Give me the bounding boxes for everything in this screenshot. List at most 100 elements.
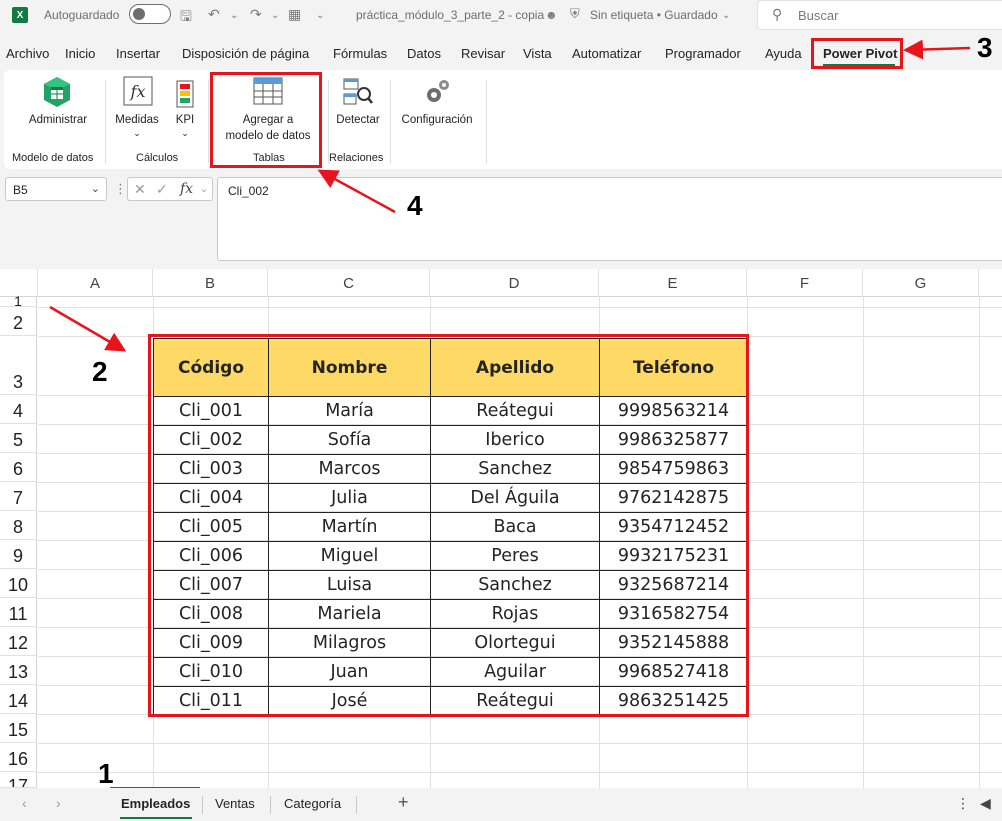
redo-dropdown-icon[interactable]: ⌄	[271, 10, 279, 21]
tab-revisar[interactable]: Revisar	[461, 46, 505, 61]
row-header-12[interactable]: 12	[0, 627, 37, 656]
row-header-10[interactable]: 10	[0, 569, 37, 598]
row-header-11[interactable]: 11	[0, 598, 37, 627]
insert-function-icon[interactable]: fx	[180, 181, 193, 197]
administrar-label: Administrar	[28, 114, 88, 126]
row-header-5[interactable]: 5	[0, 424, 37, 453]
cancel-icon[interactable]: ✕	[134, 181, 146, 198]
gridline	[38, 743, 1002, 744]
ribbon-separator	[208, 80, 209, 164]
column-header-a[interactable]: A	[38, 269, 153, 297]
more-tabs-icon[interactable]: ⋮	[956, 795, 970, 812]
tab-formulas[interactable]: Fórmulas	[333, 46, 387, 61]
tab-ayuda[interactable]: Ayuda	[765, 46, 802, 61]
quick-access-more-icon[interactable]: ⌄	[316, 10, 324, 21]
kpi-dropdown-icon: ⌄	[181, 128, 189, 138]
tab-insertar[interactable]: Insertar	[116, 46, 160, 61]
group-modelo-label: Modelo de datos	[12, 152, 94, 164]
row-header-15[interactable]: 15	[0, 714, 37, 743]
undo-dropdown-icon[interactable]: ⌄	[230, 10, 238, 21]
formula-input[interactable]: Cli_002	[217, 177, 1002, 261]
name-box[interactable]: B5 ⌄	[5, 177, 107, 201]
prev-sheet-icon[interactable]: ‹	[22, 795, 27, 811]
svg-text:fx: fx	[130, 82, 146, 101]
tab-disposicion[interactable]: Disposición de página	[182, 46, 309, 61]
redo-icon[interactable]: ↷	[250, 6, 262, 23]
gear-icon	[427, 80, 449, 102]
autosave-toggle[interactable]	[129, 4, 171, 24]
formula-controls: ✕ ✓ fx ⌄	[127, 177, 213, 201]
row-header-3[interactable]: 3	[0, 336, 37, 395]
excel-logo-icon: X	[12, 7, 28, 23]
formula-value: Cli_002	[228, 184, 269, 198]
medidas-button[interactable]: fx Medidas ⌄	[108, 74, 166, 144]
column-header-f[interactable]: F	[747, 269, 863, 297]
column-header-e[interactable]: E	[599, 269, 747, 297]
annotation-highlight-table	[148, 334, 749, 717]
detectar-label: Detectar	[336, 114, 380, 126]
column-header-d[interactable]: D	[430, 269, 599, 297]
search-input[interactable]: Buscar	[798, 8, 838, 23]
confirm-icon[interactable]: ✓	[156, 181, 168, 198]
row-header-2[interactable]: 2	[0, 307, 37, 336]
detect-relationships-icon	[343, 78, 373, 105]
row-header-6[interactable]: 6	[0, 453, 37, 482]
chevron-down-icon: ⌄	[90, 183, 100, 195]
fx-measure-icon: fx	[123, 76, 153, 106]
configuracion-label: Configuración	[401, 114, 473, 126]
tab-archivo[interactable]: Archivo	[6, 46, 49, 61]
search-box[interactable]: ⚲ Buscar	[757, 0, 1002, 30]
next-sheet-icon[interactable]: ›	[56, 795, 61, 811]
tab-separator	[202, 796, 203, 814]
sheet-tab-empleados[interactable]: Empleados	[121, 796, 190, 811]
annotation-highlight-add-to-model	[210, 72, 322, 168]
search-icon: ⚲	[772, 6, 783, 22]
administrar-button[interactable]: Administrar	[20, 74, 92, 132]
row-header-4[interactable]: 4	[0, 395, 37, 424]
ribbon-separator	[390, 80, 391, 164]
column-header-b[interactable]: B	[153, 269, 268, 297]
row-header-1[interactable]: 1	[0, 294, 37, 308]
scroll-left-icon[interactable]: ◀	[980, 795, 991, 812]
configuracion-button[interactable]: Configuración	[396, 74, 478, 132]
add-sheet-button[interactable]: +	[398, 792, 409, 813]
column-header-bar: A B C D E F G	[0, 269, 1002, 297]
sheet-tab-categoria[interactable]: Categoría	[284, 796, 341, 811]
row-header-16[interactable]: 16	[0, 743, 37, 772]
row-header-7[interactable]: 7	[0, 482, 37, 511]
tab-automatizar[interactable]: Automatizar	[572, 46, 641, 61]
annotation-number-3: 3	[977, 32, 993, 63]
status-dropdown-icon[interactable]: ⌄	[722, 10, 730, 21]
tab-inicio[interactable]: Inicio	[65, 46, 95, 61]
sheet-tab-ventas[interactable]: Ventas	[215, 796, 255, 811]
column-header-c[interactable]: C	[268, 269, 430, 297]
row-header-14[interactable]: 14	[0, 685, 37, 714]
more-options-icon[interactable]: ⋮	[114, 181, 127, 197]
user-share-icon: ☻	[545, 8, 558, 22]
sensitivity-status[interactable]: Sin etiqueta • Guardado	[590, 8, 718, 22]
row-header-8[interactable]: 8	[0, 511, 37, 540]
row-header-13[interactable]: 13	[0, 656, 37, 685]
autosave-label: Autoguardado	[44, 8, 120, 22]
detectar-button[interactable]: Detectar	[330, 74, 386, 132]
save-icon[interactable]: 🖫	[180, 6, 192, 30]
sheet-tab-bar: ‹ › Empleados Ventas Categoría + ⋮ ◀	[0, 788, 1002, 821]
tab-vista[interactable]: Vista	[523, 46, 552, 61]
chevron-down-icon[interactable]: ⌄	[200, 184, 208, 195]
undo-icon[interactable]: ↶	[208, 6, 220, 23]
document-title[interactable]: práctica_módulo_3_parte_2 - copia	[356, 8, 544, 22]
medidas-dropdown-icon: ⌄	[133, 128, 141, 138]
row-header-17[interactable]: 17	[0, 772, 37, 788]
tab-programador[interactable]: Programador	[665, 46, 741, 61]
gridline	[38, 307, 1002, 308]
gridline	[38, 772, 1002, 773]
row-header-9[interactable]: 9	[0, 540, 37, 569]
ribbon-separator	[105, 80, 106, 164]
tab-datos[interactable]: Datos	[407, 46, 441, 61]
active-sheet-indicator	[120, 817, 192, 819]
kpi-button[interactable]: KPI ⌄	[168, 74, 202, 144]
column-header-g[interactable]: G	[863, 269, 979, 297]
annotation-highlight-power-pivot	[811, 38, 903, 69]
kpi-traffic-light-icon	[176, 80, 194, 108]
table-format-icon[interactable]: ▦	[288, 6, 301, 23]
